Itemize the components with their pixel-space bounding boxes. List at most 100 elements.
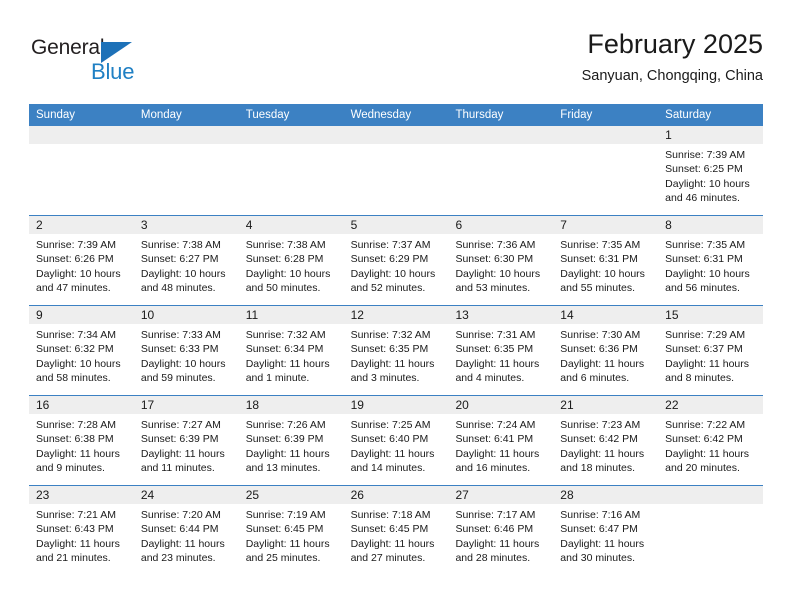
day-number: 2 xyxy=(29,216,134,234)
sunset-text: Sunset: 6:45 PM xyxy=(350,523,429,536)
day-details: Sunrise: 7:34 AM Sunset: 6:32 PM Daylight:… xyxy=(29,324,134,386)
day-cell[interactable]: 28 Sunrise: 7:16 AM Sunset: 6:47 PM Dayligh… xyxy=(553,486,659,575)
day-details: Sunrise: 7:36 AM Sunset: 6:30 PM Daylight:… xyxy=(448,234,553,296)
sunrise-text: Sunrise: 7:20 AM xyxy=(140,509,221,521)
daylight-text-1: Daylight: 10 hours xyxy=(36,267,121,280)
daylight-text-1: Daylight: 10 hours xyxy=(665,177,750,190)
day-details xyxy=(553,144,658,148)
day-details: Sunrise: 7:27 AM Sunset: 6:39 PM Daylight:… xyxy=(134,414,239,476)
daylight-text-1: Daylight: 11 hours xyxy=(245,447,330,460)
sunrise-text: Sunrise: 7:21 AM xyxy=(36,509,116,521)
sunset-text: Sunset: 6:26 PM xyxy=(36,253,114,266)
day-cell[interactable]: 20 Sunrise: 7:24 AM Sunset: 6:41 PM Dayligh… xyxy=(448,396,554,485)
day-cell[interactable] xyxy=(29,126,134,215)
day-cell[interactable]: 26 Sunrise: 7:18 AM Sunset: 6:45 PM Dayligh… xyxy=(343,486,449,575)
day-cell[interactable] xyxy=(658,486,764,575)
sunset-text: Sunset: 6:44 PM xyxy=(140,523,219,536)
daylight-text-2: and 46 minutes. xyxy=(665,192,740,205)
day-cell[interactable]: 21 Sunrise: 7:23 AM Sunset: 6:42 PM Dayligh… xyxy=(553,396,659,485)
sunset-text: Sunset: 6:42 PM xyxy=(560,433,638,446)
sunrise-text: Sunrise: 7:39 AM xyxy=(36,239,116,251)
day-cell[interactable]: 27 Sunrise: 7:17 AM Sunset: 6:46 PM Dayligh… xyxy=(448,486,554,575)
daylight-text-2: and 20 minutes. xyxy=(665,462,740,475)
title-block: February 2025 Sanyuan, Chongqing, China xyxy=(582,28,763,86)
day-details: Sunrise: 7:38 AM Sunset: 6:28 PM Daylight:… xyxy=(239,234,344,296)
daylight-text-2: and 3 minutes. xyxy=(350,372,420,385)
sunrise-text: Sunrise: 7:17 AM xyxy=(455,509,536,521)
day-number: 9 xyxy=(29,306,134,324)
sunrise-text: Sunrise: 7:28 AM xyxy=(36,419,116,431)
day-cell[interactable]: 22 Sunrise: 7:22 AM Sunset: 6:42 PM Dayligh… xyxy=(658,396,764,485)
day-number xyxy=(658,486,764,504)
day-details: Sunrise: 7:24 AM Sunset: 6:41 PM Daylight:… xyxy=(448,414,553,476)
day-cell[interactable] xyxy=(553,126,659,215)
sunset-text: Sunset: 6:34 PM xyxy=(245,343,324,356)
day-cell[interactable] xyxy=(238,126,344,215)
sunset-text: Sunset: 6:45 PM xyxy=(245,523,324,536)
sunrise-text: Sunrise: 7:32 AM xyxy=(245,329,326,341)
sunrise-text: Sunrise: 7:23 AM xyxy=(560,419,641,431)
day-cell[interactable]: 2 Sunrise: 7:39 AM Sunset: 6:26 PM Daylight… xyxy=(29,216,134,305)
day-cell[interactable]: 19 Sunrise: 7:25 AM Sunset: 6:40 PM Dayligh… xyxy=(343,396,449,485)
day-cell[interactable]: 3 Sunrise: 7:38 AM Sunset: 6:27 PM Daylight… xyxy=(133,216,239,305)
day-details: Sunrise: 7:38 AM Sunset: 6:27 PM Daylight:… xyxy=(134,234,239,296)
day-cell[interactable]: 8 Sunrise: 7:35 AM Sunset: 6:31 PM Daylight… xyxy=(658,216,764,305)
sunrise-text: Sunrise: 7:31 AM xyxy=(455,329,536,341)
day-cell[interactable]: 12 Sunrise: 7:32 AM Sunset: 6:35 PM Dayligh… xyxy=(343,306,449,395)
day-number: 22 xyxy=(658,396,764,414)
day-number: 12 xyxy=(343,306,449,324)
day-details: Sunrise: 7:21 AM Sunset: 6:43 PM Daylight:… xyxy=(29,504,134,566)
sunset-text: Sunset: 6:42 PM xyxy=(665,433,743,446)
day-cell[interactable]: 25 Sunrise: 7:19 AM Sunset: 6:45 PM Dayligh… xyxy=(238,486,344,575)
day-cell[interactable]: 24 Sunrise: 7:20 AM Sunset: 6:44 PM Dayligh… xyxy=(133,486,239,575)
day-details xyxy=(29,144,134,148)
day-cell[interactable]: 15 Sunrise: 7:29 AM Sunset: 6:37 PM Dayligh… xyxy=(658,306,764,395)
day-cell[interactable]: 9 Sunrise: 7:34 AM Sunset: 6:32 PM Daylight… xyxy=(29,306,134,395)
sunset-text: Sunset: 6:47 PM xyxy=(560,523,638,536)
day-cell[interactable]: 4 Sunrise: 7:38 AM Sunset: 6:28 PM Daylight… xyxy=(238,216,344,305)
day-cell[interactable]: 11 Sunrise: 7:32 AM Sunset: 6:34 PM Dayligh… xyxy=(238,306,344,395)
sunrise-text: Sunrise: 7:34 AM xyxy=(36,329,116,341)
day-cell[interactable]: 5 Sunrise: 7:37 AM Sunset: 6:29 PM Daylight… xyxy=(343,216,449,305)
week-row: 16 Sunrise: 7:28 AM Sunset: 6:38 PM Dayligh… xyxy=(29,395,764,485)
sunrise-text: Sunrise: 7:32 AM xyxy=(350,329,431,341)
general-blue-logo[interactable]: General Blue xyxy=(31,36,181,92)
day-cell[interactable] xyxy=(343,126,449,215)
sunrise-text: Sunrise: 7:16 AM xyxy=(560,509,641,521)
day-number: 19 xyxy=(343,396,449,414)
sunset-text: Sunset: 6:32 PM xyxy=(36,343,114,356)
sunrise-text: Sunrise: 7:36 AM xyxy=(455,239,536,251)
daylight-text-1: Daylight: 11 hours xyxy=(36,537,120,550)
weekday-header-row: Sunday Monday Tuesday Wednesday Thursday… xyxy=(29,104,763,126)
daylight-text-1: Daylight: 10 hours xyxy=(665,267,750,280)
day-cell[interactable] xyxy=(133,126,239,215)
day-cell[interactable]: 17 Sunrise: 7:27 AM Sunset: 6:39 PM Dayligh… xyxy=(133,396,239,485)
daylight-text-2: and 13 minutes. xyxy=(245,462,321,475)
day-cell[interactable]: 14 Sunrise: 7:30 AM Sunset: 6:36 PM Dayligh… xyxy=(553,306,659,395)
daylight-text-2: and 18 minutes. xyxy=(560,462,636,475)
sunrise-text: Sunrise: 7:39 AM xyxy=(665,149,746,161)
daylight-text-2: and 14 minutes. xyxy=(350,462,426,475)
day-cell[interactable]: 23 Sunrise: 7:21 AM Sunset: 6:43 PM Dayligh… xyxy=(29,486,134,575)
daylight-text-2: and 4 minutes. xyxy=(455,372,525,385)
day-details: Sunrise: 7:35 AM Sunset: 6:31 PM Daylight:… xyxy=(658,234,763,296)
day-cell[interactable]: 18 Sunrise: 7:26 AM Sunset: 6:39 PM Dayligh… xyxy=(238,396,344,485)
daylight-text-1: Daylight: 10 hours xyxy=(36,357,121,370)
daylight-text-1: Daylight: 10 hours xyxy=(140,267,226,280)
day-cell[interactable]: 16 Sunrise: 7:28 AM Sunset: 6:38 PM Dayligh… xyxy=(29,396,134,485)
day-number: 11 xyxy=(238,306,344,324)
daylight-text-2: and 52 minutes. xyxy=(350,282,426,295)
day-cell[interactable]: 1 Sunrise: 7:39 AM Sunset: 6:25 PM Daylight… xyxy=(658,126,764,215)
day-cell[interactable] xyxy=(448,126,554,215)
day-cell[interactable]: 6 Sunrise: 7:36 AM Sunset: 6:30 PM Daylight… xyxy=(448,216,554,305)
daylight-text-1: Daylight: 10 hours xyxy=(140,357,226,370)
day-cell[interactable]: 10 Sunrise: 7:33 AM Sunset: 6:33 PM Dayligh… xyxy=(133,306,239,395)
daylight-text-1: Daylight: 11 hours xyxy=(245,357,330,370)
daylight-text-2: and 59 minutes. xyxy=(140,372,216,385)
daylight-text-2: and 27 minutes. xyxy=(350,552,426,565)
daylight-text-1: Daylight: 11 hours xyxy=(455,537,540,550)
daylight-text-1: Daylight: 11 hours xyxy=(560,537,645,550)
day-cell[interactable]: 7 Sunrise: 7:35 AM Sunset: 6:31 PM Daylight… xyxy=(553,216,659,305)
sunrise-text: Sunrise: 7:19 AM xyxy=(245,509,326,521)
day-cell[interactable]: 13 Sunrise: 7:31 AM Sunset: 6:35 PM Dayligh… xyxy=(448,306,554,395)
